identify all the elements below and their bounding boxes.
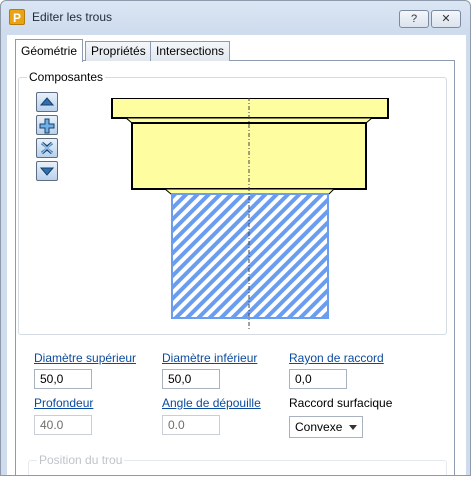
diametre-inferieur-label[interactable]: Diamètre inférieur: [162, 351, 257, 365]
add-icon: [39, 118, 55, 134]
tab-proprietes[interactable]: Propriétés: [85, 41, 152, 61]
diametre-superieur-label[interactable]: Diamètre supérieur: [34, 351, 136, 365]
raccord-surfacique-value: Convexe: [295, 420, 343, 434]
window-title: Editer les trous: [32, 10, 113, 24]
raccord-surfacique-select[interactable]: Convexe: [289, 416, 363, 438]
chevron-down-icon: [349, 425, 357, 430]
move-up-button[interactable]: [36, 92, 58, 112]
profondeur-label[interactable]: Profondeur: [34, 396, 93, 410]
composantes-label: Composantes: [27, 70, 106, 84]
rayon-raccord-label[interactable]: Rayon de raccord: [289, 351, 384, 365]
profondeur-input[interactable]: 40.0: [34, 415, 92, 435]
diametre-superieur-input[interactable]: 50,0: [34, 369, 92, 389]
hole-profile-drawing: [111, 98, 389, 330]
dialog-client: Géométrie Propriétés Intersections Compo…: [7, 35, 466, 475]
move-down-button[interactable]: [36, 161, 58, 181]
angle-depouille-input[interactable]: 0.0: [162, 415, 220, 435]
close-button[interactable]: ✕: [431, 10, 461, 28]
top-flange-shape: [111, 98, 389, 119]
title-bar[interactable]: P Editer les trous ? ✕: [1, 1, 470, 35]
help-button[interactable]: ?: [399, 10, 429, 28]
hole-body-shape: [171, 193, 329, 319]
position-label: Position du trou: [37, 453, 125, 467]
dialog-window: P Editer les trous ? ✕ Géométrie Proprié…: [0, 0, 471, 476]
app-icon: P: [9, 9, 25, 25]
angle-depouille-label[interactable]: Angle de dépouille: [162, 396, 261, 410]
tab-geometrie[interactable]: Géométrie: [15, 39, 84, 62]
add-button[interactable]: [36, 115, 58, 135]
rayon-raccord-input[interactable]: 0,0: [289, 369, 347, 389]
tab-intersections[interactable]: Intersections: [150, 41, 231, 61]
delete-button[interactable]: [36, 138, 58, 158]
raccord-surfacique-label: Raccord surfacique: [289, 396, 393, 410]
move-up-icon: [39, 97, 55, 106]
move-down-icon: [39, 167, 55, 176]
diametre-inferieur-input[interactable]: 50,0: [162, 369, 220, 389]
delete-icon: [41, 141, 53, 155]
